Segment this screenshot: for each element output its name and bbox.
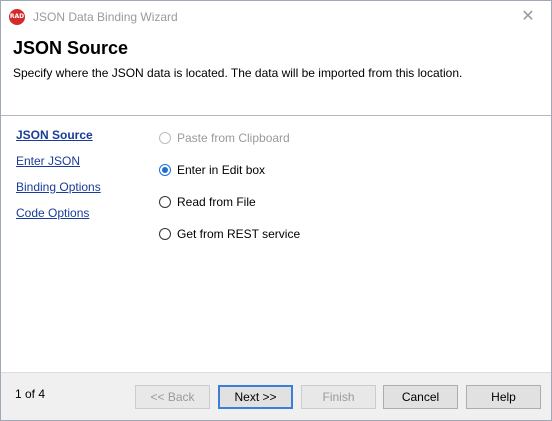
option-paste-clipboard: Paste from Clipboard [159,122,300,154]
option-label: Paste from Clipboard [177,131,290,145]
wizard-body: JSON Source Enter JSON Binding Options C… [1,116,551,372]
rad-logo-icon: RAD [9,9,25,25]
wizard-window: RAD JSON Data Binding Wizard ✕ JSON Sour… [0,0,552,421]
step-list: JSON Source Enter JSON Binding Options C… [16,128,101,232]
option-edit-box[interactable]: Enter in Edit box [159,154,300,186]
title-bar: RAD JSON Data Binding Wizard ✕ [1,1,551,32]
radio-read-file[interactable] [159,196,171,208]
step-enter-json[interactable]: Enter JSON [16,154,101,180]
option-read-file[interactable]: Read from File [159,186,300,218]
finish-button: Finish [301,385,376,409]
wizard-header: JSON Source Specify where the JSON data … [1,32,551,116]
option-label[interactable]: Get from REST service [177,227,300,241]
radio-edit-box[interactable] [159,164,171,176]
help-button[interactable]: Help [466,385,541,409]
step-binding-options[interactable]: Binding Options [16,180,101,206]
step-code-options[interactable]: Code Options [16,206,101,232]
step-json-source[interactable]: JSON Source [16,128,101,154]
next-button[interactable]: Next >> [218,385,293,409]
page-subtitle: Specify where the JSON data is located. … [13,66,463,80]
radio-rest-service[interactable] [159,228,171,240]
option-rest-service[interactable]: Get from REST service [159,218,300,250]
wizard-footer: 1 of 4 << Back Next >> Finish Cancel Hel… [1,372,551,420]
window-title: JSON Data Binding Wizard [33,10,178,24]
option-label[interactable]: Read from File [177,195,256,209]
source-options: Paste from Clipboard Enter in Edit box R… [159,122,300,250]
page-indicator: 1 of 4 [15,387,46,401]
radio-paste-clipboard [159,132,171,144]
option-label[interactable]: Enter in Edit box [177,163,265,177]
page-title: JSON Source [13,38,129,58]
back-button: << Back [135,385,210,409]
cancel-button[interactable]: Cancel [383,385,458,409]
close-icon[interactable]: ✕ [505,1,551,32]
